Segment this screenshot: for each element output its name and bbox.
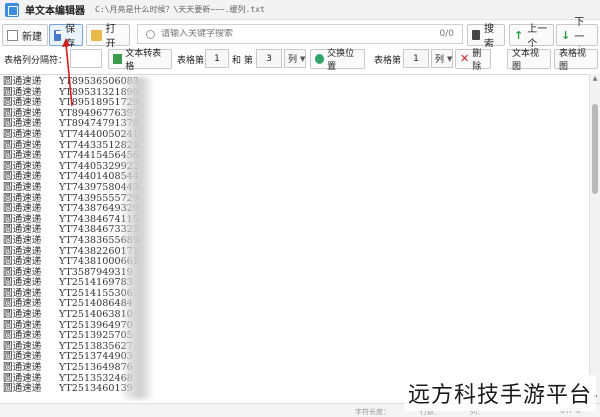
col-c-value: 1 <box>413 53 419 64</box>
next-button[interactable]: ↓ 下一个 <box>556 17 598 58</box>
editor-line: 圆通速递 YT2513460139 <box>3 384 139 395</box>
table-col-label-2: 表格第 <box>374 56 402 66</box>
col-b-stepper[interactable]: 3 <box>256 49 282 68</box>
status-char-length: 字符长度： <box>355 408 390 416</box>
app-title: 单文本编辑器 <box>25 6 85 17</box>
table-toolbar: 表格列分隔符： 文本转表格 表格第 1 和 第 3 列 ▼ 交换位置 表格第 1 … <box>0 47 600 72</box>
arrow-up-icon: ↑ <box>514 28 524 42</box>
search-icon <box>146 29 155 39</box>
swap-icon <box>315 54 325 64</box>
editor-line: 圆通速递 YT89536506083 <box>3 76 139 88</box>
save-icon <box>54 29 63 41</box>
vertical-scrollbar[interactable]: ▲ ▼ <box>589 74 600 403</box>
save-button[interactable]: 保存 <box>49 24 83 50</box>
col-unit-select-2[interactable]: 列 ▼ <box>431 49 453 68</box>
col-a-stepper[interactable]: 1 <box>205 49 229 68</box>
search-button[interactable]: 搜索 <box>467 24 505 50</box>
watermark-text: 远方科技手游平台 <box>403 375 596 411</box>
editor-line: 圆通速递 YT74440050241 <box>3 128 139 141</box>
and-label: 和 第 <box>232 56 253 66</box>
redaction-blur <box>120 77 154 399</box>
scroll-up-icon[interactable]: ▲ <box>590 74 600 84</box>
col-unit-value: 列 <box>288 55 298 65</box>
text-view-label: 文本视图 <box>512 49 540 72</box>
text-to-table-button[interactable]: 文本转表格 <box>108 49 172 72</box>
text-to-table-label: 文本转表格 <box>125 49 162 72</box>
col-b-value: 3 <box>266 53 272 64</box>
new-button-label: 新建 <box>22 31 42 43</box>
title-bar: 单文本编辑器 C:\月亮是什么时候？\天天要新~~~.缓列.txt <box>0 0 600 20</box>
table-view-label: 表格视图 <box>559 49 587 72</box>
line-carrier: 圆通速递 <box>3 181 42 193</box>
delete-button[interactable]: ✕ 删除 <box>455 49 491 72</box>
editor-line: 圆通速递 YT74383655689 <box>3 234 139 247</box>
line-carrier: 圆通速递 <box>3 383 42 395</box>
editor-lines: 圆通速递 YT89536506083 圆通速递 YT89531321899 圆通速递 YT… <box>3 76 139 395</box>
swap-button[interactable]: 交换位置 <box>310 49 365 72</box>
search-input[interactable] <box>161 29 440 39</box>
separator-label: 表格列分隔符： <box>4 56 68 66</box>
separator-input[interactable] <box>70 49 102 68</box>
search-button-label: 搜索 <box>484 24 494 50</box>
save-button-label: 保存 <box>65 24 76 50</box>
new-button[interactable]: 新建 <box>2 24 48 46</box>
swap-label: 交换位置 <box>327 49 355 72</box>
delete-label: 删除 <box>472 49 482 72</box>
table-view-button[interactable]: 表格视图 <box>554 49 598 72</box>
new-file-icon <box>7 29 18 41</box>
chevron-down-icon: ▼ <box>300 54 306 63</box>
binoculars-icon <box>472 30 480 40</box>
delete-x-icon: ✕ <box>460 52 470 65</box>
table-icon <box>113 54 123 64</box>
editor-line: 圆通速递 YT74397580443 <box>3 181 139 194</box>
col-c-stepper[interactable]: 1 <box>403 49 429 68</box>
line-carrier: 圆通速递 <box>3 128 42 140</box>
text-view-button[interactable]: 文本视图 <box>507 49 551 72</box>
open-button[interactable]: 打开 <box>86 24 130 50</box>
open-folder-icon <box>91 29 102 41</box>
open-button-label: 打开 <box>105 24 116 50</box>
app-icon <box>5 2 19 17</box>
arrow-down-icon: ↓ <box>561 28 571 42</box>
col-unit-select[interactable]: 列 ▼ <box>284 49 306 68</box>
col-a-value: 1 <box>214 53 220 64</box>
search-box: 0/0 <box>137 24 463 44</box>
chevron-down-icon: ▼ <box>447 54 453 63</box>
col-unit-value-2: 列 <box>435 55 445 65</box>
file-path: C:\月亮是什么时候？\天天要新~~~.缓列.txt <box>95 5 265 14</box>
scroll-thumb[interactable] <box>592 104 598 194</box>
prev-button[interactable]: ↑ 上一个 <box>509 24 554 50</box>
line-carrier: 圆通速递 <box>3 76 42 87</box>
table-col-label: 表格第 <box>177 56 205 66</box>
text-editor[interactable]: 圆通速递 YT89536506083 圆通速递 YT89531321899 圆通速递 YT… <box>0 74 600 403</box>
search-count: 0/0 <box>439 29 454 39</box>
line-carrier: 圆通速递 <box>3 234 42 246</box>
